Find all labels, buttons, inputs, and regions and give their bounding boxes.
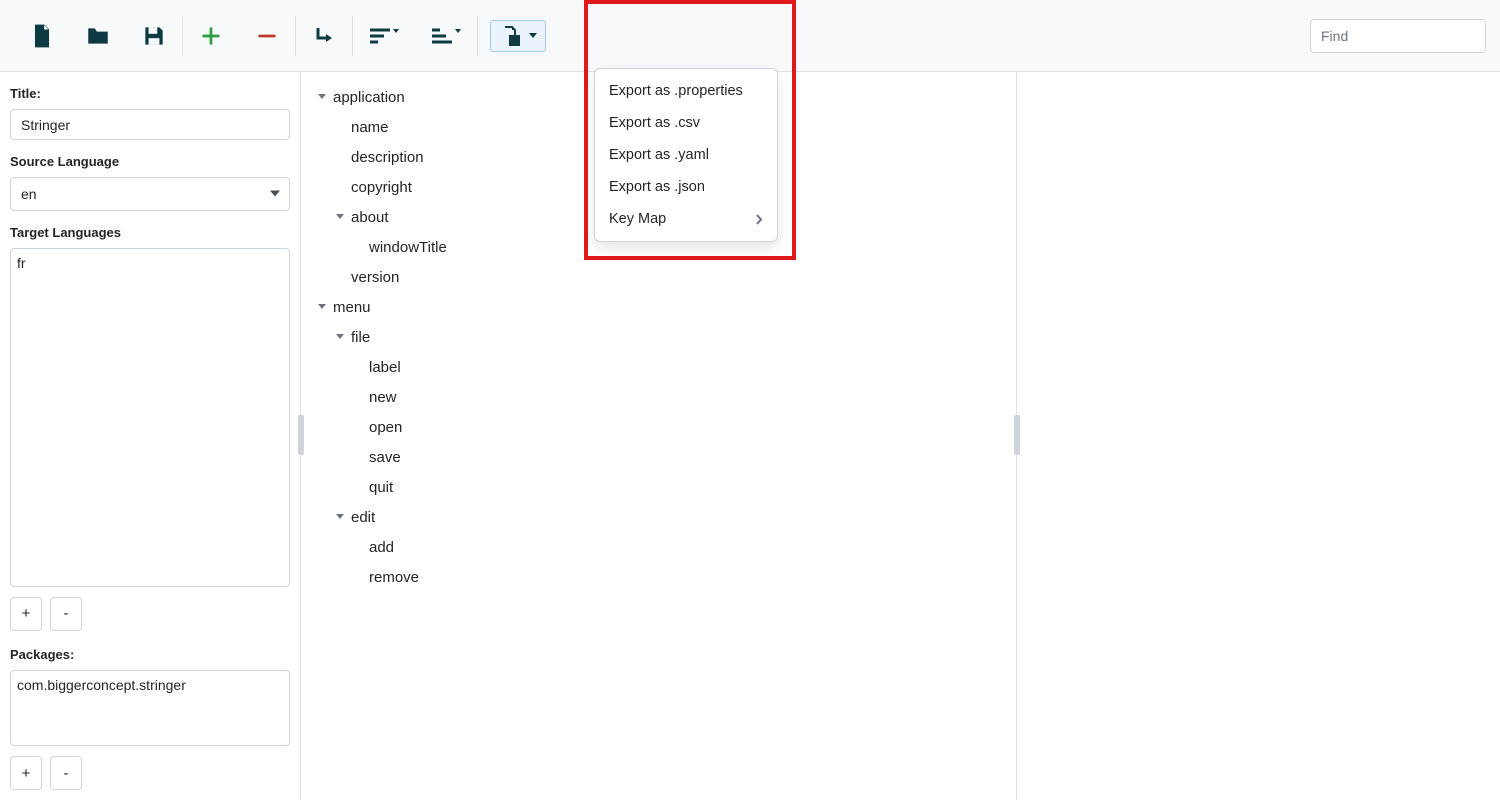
tree-label: remove <box>369 569 419 586</box>
tree-caret-icon[interactable] <box>333 334 347 340</box>
export-menu-item[interactable]: Key Map <box>595 203 777 235</box>
open-folder-button[interactable] <box>82 20 114 52</box>
tree-row[interactable]: remove <box>311 562 1006 592</box>
tree-label: edit <box>351 509 375 526</box>
sidebar: Title: Source Language Target Languages … <box>0 72 301 800</box>
toolbar-group-sort <box>353 16 478 56</box>
splitter-left[interactable] <box>298 415 304 455</box>
packages-label: Packages: <box>10 647 290 662</box>
new-file-button[interactable] <box>26 20 58 52</box>
tree-label: windowTitle <box>369 239 447 256</box>
tree-row[interactable]: menu <box>311 292 1006 322</box>
tree-caret-icon[interactable] <box>315 304 329 310</box>
tree-row[interactable]: file <box>311 322 1006 352</box>
tree-label: add <box>369 539 394 556</box>
tree-row[interactable]: add <box>311 532 1006 562</box>
tree-row[interactable]: label <box>311 352 1006 382</box>
export-menu-item-label: Export as .properties <box>609 83 743 99</box>
chevron-right-icon <box>756 214 763 225</box>
title-label: Title: <box>10 86 290 101</box>
export-dropdown-menu: Export as .properties Export as .csv Expor… <box>594 68 778 242</box>
tree-row[interactable]: edit <box>311 502 1006 532</box>
sort-asc-button[interactable] <box>427 20 465 52</box>
find-input[interactable] <box>1310 19 1486 53</box>
source-language-label: Source Language <box>10 154 290 169</box>
export-menu-item[interactable]: Export as .csv <box>595 107 777 139</box>
export-menu-item[interactable]: Export as .properties <box>595 75 777 107</box>
target-lang-add-button[interactable]: + <box>10 597 42 631</box>
toolbar-group-file <box>14 16 183 56</box>
add-button[interactable] <box>195 20 227 52</box>
tree-label: quit <box>369 479 393 496</box>
tree-row[interactable]: quit <box>311 472 1006 502</box>
save-button[interactable] <box>138 20 170 52</box>
toolbar-group-indent <box>296 16 353 56</box>
title-input[interactable] <box>10 109 290 140</box>
packages-list[interactable]: com.biggerconcept.stringer <box>10 670 290 746</box>
source-language-value[interactable] <box>10 177 290 211</box>
tree-row[interactable]: save <box>311 442 1006 472</box>
tree-label: application <box>333 89 405 106</box>
tree-row[interactable]: open <box>311 412 1006 442</box>
tree-label: file <box>351 329 370 346</box>
tree-row[interactable]: version <box>311 262 1006 292</box>
detail-panel <box>1017 72 1500 800</box>
tree-label: new <box>369 389 397 406</box>
tree-label: description <box>351 149 424 166</box>
remove-button[interactable] <box>251 20 283 52</box>
tree-label: label <box>369 359 401 376</box>
source-language-select[interactable] <box>10 177 290 211</box>
tree-label: save <box>369 449 401 466</box>
tree-label: menu <box>333 299 371 316</box>
packages-remove-button[interactable]: - <box>50 756 82 790</box>
indent-button[interactable] <box>308 20 340 52</box>
target-languages-list[interactable]: fr <box>10 248 290 586</box>
target-languages-label: Target Languages <box>10 225 290 240</box>
tree-label: copyright <box>351 179 412 196</box>
tree-caret-icon[interactable] <box>333 214 347 220</box>
target-lang-remove-button[interactable]: - <box>50 597 82 631</box>
export-menu-item[interactable]: Export as .json <box>595 171 777 203</box>
export-menu-item[interactable]: Export as .yaml <box>595 139 777 171</box>
tree-label: open <box>369 419 402 436</box>
tree-label: name <box>351 119 389 136</box>
packages-add-button[interactable]: + <box>10 756 42 790</box>
export-menu-item-label: Export as .json <box>609 179 705 195</box>
toolbar-group-addremove <box>183 16 296 56</box>
package-item[interactable]: com.biggerconcept.stringer <box>17 677 283 693</box>
export-menu-item-label: Key Map <box>609 211 666 227</box>
toolbar-group-export <box>478 16 558 56</box>
tree-label: about <box>351 209 389 226</box>
export-dropdown-button[interactable] <box>490 20 546 52</box>
splitter-right[interactable] <box>1014 415 1020 455</box>
toolbar <box>0 0 1500 72</box>
tree-row[interactable]: new <box>311 382 1006 412</box>
export-menu-item-label: Export as .csv <box>609 115 700 131</box>
tree-caret-icon[interactable] <box>315 94 329 100</box>
export-menu-item-label: Export as .yaml <box>609 147 709 163</box>
target-language-item[interactable]: fr <box>17 255 283 271</box>
tree-label: version <box>351 269 399 286</box>
tree-caret-icon[interactable] <box>333 514 347 520</box>
sort-desc-button[interactable] <box>365 20 403 52</box>
